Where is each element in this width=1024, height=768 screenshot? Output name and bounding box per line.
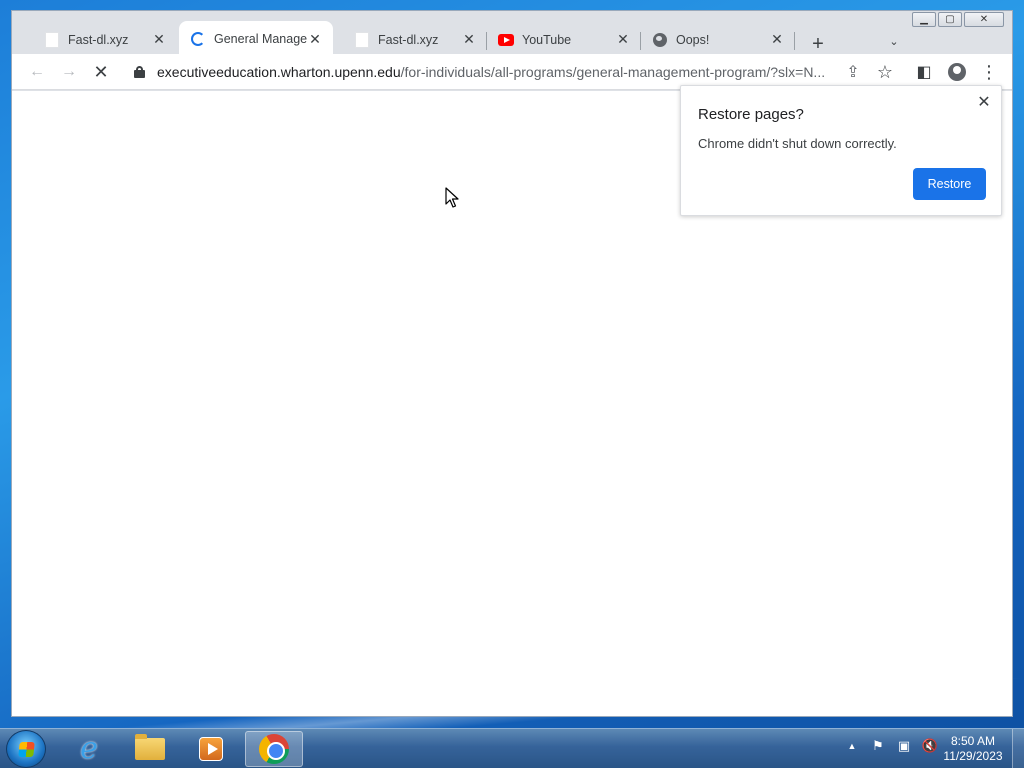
tab-fast-dl-2[interactable]: Fast-dl.xyz ✕	[332, 23, 487, 56]
back-button[interactable]: ←	[25, 60, 49, 84]
tab-fast-dl-1[interactable]: Fast-dl.xyz ✕	[22, 23, 177, 56]
dialog-title: Restore pages?	[698, 106, 804, 123]
internet-explorer-icon[interactable]: e	[60, 731, 118, 767]
tab-youtube[interactable]: YouTube ✕	[487, 23, 641, 56]
show-hidden-icons[interactable]: ▲	[843, 737, 861, 755]
chrome-window: ▁ ▢ ✕ Fast-dl.xyz ✕ General Management ✕…	[11, 10, 1013, 717]
url-host: executiveeducation.wharton.upenn.edu	[157, 64, 401, 80]
tab-title: Fast-dl.xyz	[378, 32, 439, 47]
bookmark-star-icon[interactable]: ☆	[873, 60, 897, 84]
system-tray: ▲ ⚑ ▣ 🔇	[843, 737, 939, 755]
share-icon[interactable]: ⇪	[841, 60, 865, 84]
blank-page-icon	[44, 31, 60, 48]
tab-close-icon[interactable]: ✕	[307, 31, 323, 48]
youtube-icon	[498, 32, 514, 48]
clock-time: 8:50 AM	[950, 734, 996, 748]
clock[interactable]: 8:50 AM 11/29/2023	[938, 734, 1008, 764]
tab-close-icon[interactable]: ✕	[151, 31, 167, 48]
media-player-icon[interactable]	[182, 731, 240, 767]
tab-title: General Management	[214, 32, 307, 46]
clock-date: 11/29/2023	[943, 749, 1003, 763]
tab-general-management[interactable]: General Management ✕	[179, 21, 333, 57]
tab-search-button[interactable]: ⌄	[884, 35, 904, 48]
chrome-taskbar-icon[interactable]	[245, 731, 303, 767]
restore-pages-dialog: Restore pages? Chrome didn't shut down c…	[680, 85, 1002, 216]
action-center-flag-icon[interactable]: ⚑	[869, 737, 887, 755]
taskbar: e ▲ ⚑ ▣ 🔇 8:50 AM 11/29/2023	[0, 728, 1024, 768]
network-icon[interactable]: ▣	[895, 737, 913, 755]
tab-title: Oops!	[676, 32, 710, 47]
stop-loading-button[interactable]: ✕	[89, 60, 113, 84]
new-tab-button[interactable]: +	[806, 33, 830, 56]
tab-strip: Fast-dl.xyz ✕ General Management ✕ Fast-…	[12, 19, 1012, 57]
tab-close-icon[interactable]: ✕	[769, 31, 785, 48]
lock-icon	[134, 66, 145, 78]
side-panel-icon[interactable]: ◧	[912, 60, 936, 84]
address-bar[interactable]: executiveeducation.wharton.upenn.edu/for…	[124, 58, 896, 86]
tab-separator	[794, 32, 795, 50]
start-button[interactable]	[6, 730, 46, 768]
tab-title: Fast-dl.xyz	[68, 32, 129, 47]
chrome-menu-icon[interactable]: ⋮	[977, 60, 1001, 84]
mouse-cursor-icon	[445, 187, 459, 208]
tab-close-icon[interactable]: ✕	[461, 31, 477, 48]
tab-oops[interactable]: Oops! ✕	[641, 23, 795, 56]
file-explorer-icon[interactable]	[121, 731, 179, 767]
volume-muted-icon[interactable]: 🔇	[921, 737, 939, 755]
show-desktop-button[interactable]	[1012, 729, 1024, 768]
close-icon[interactable]: ✕	[975, 92, 993, 112]
globe-icon	[652, 32, 668, 48]
tab-title: YouTube	[522, 32, 572, 47]
loading-spinner-icon	[190, 31, 206, 47]
url-path: /for-individuals/all-programs/general-ma…	[400, 64, 826, 80]
dialog-message: Chrome didn't shut down correctly.	[698, 136, 897, 151]
restore-button[interactable]: Restore	[913, 168, 986, 200]
profile-avatar[interactable]	[945, 60, 969, 84]
blank-page-icon	[354, 31, 370, 48]
tab-close-icon[interactable]: ✕	[615, 31, 631, 48]
forward-button[interactable]: →	[57, 60, 81, 84]
